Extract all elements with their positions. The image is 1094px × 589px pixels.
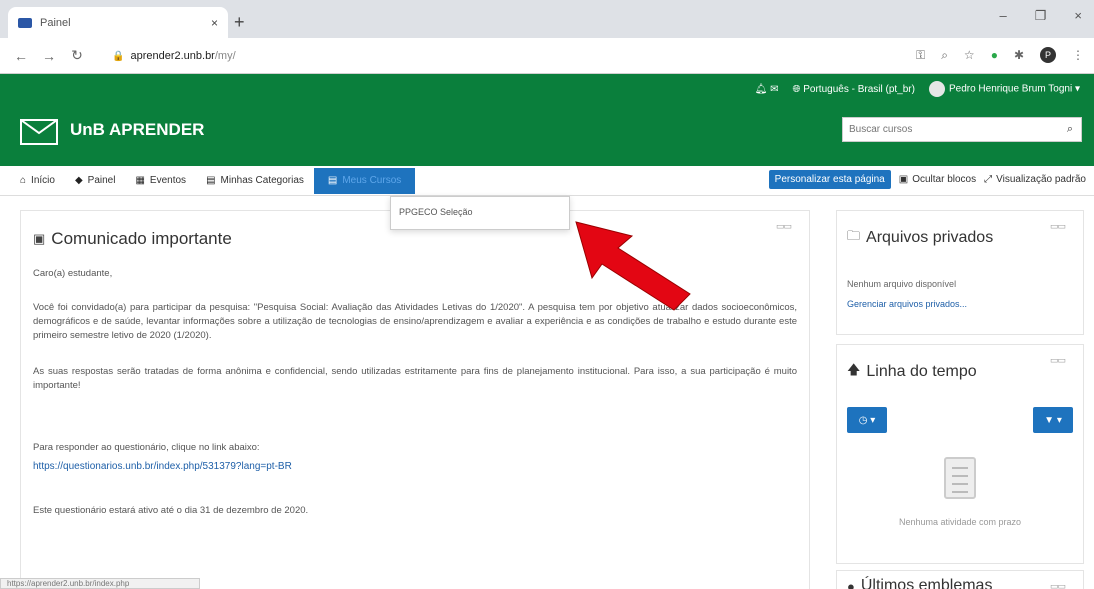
badge-icon: ● xyxy=(847,578,855,589)
nav-label: Início xyxy=(31,175,55,186)
collapse-icon[interactable]: ▭▭ xyxy=(1050,221,1066,232)
home-icon: ⌂ xyxy=(20,175,27,186)
search-icon[interactable]: ⌕ xyxy=(1059,123,1081,136)
hide-blocks-button[interactable]: ▣ Ocultar blocos xyxy=(899,174,976,185)
empty-list-icon xyxy=(944,457,976,499)
close-tab-icon[interactable]: × xyxy=(211,16,218,30)
reload-icon[interactable]: ↻ xyxy=(70,47,84,64)
language-menu[interactable]: 🌐︎ Português - Brasil (pt_br) xyxy=(792,84,915,95)
clock-icon: ◷ xyxy=(858,414,868,426)
url-host: aprender2.unb.br xyxy=(130,50,215,62)
restore-button[interactable]: ❐ xyxy=(1035,8,1047,24)
filter-icon: ▼ xyxy=(1044,414,1055,426)
profile-avatar[interactable]: P xyxy=(1040,47,1056,63)
block-title: ● Últimos emblemas xyxy=(847,577,1073,589)
course-search: ⌕ xyxy=(842,117,1082,142)
main-nav: ⌂ Início ◆ Painel ▦ Eventos ▤ Minhas Cat… xyxy=(0,166,1094,196)
favicon-icon xyxy=(18,17,32,28)
forward-icon[interactable]: → xyxy=(42,48,56,64)
default-view-button[interactable]: ⤢ Visualização padrão xyxy=(984,174,1086,185)
calendar-icon: ▦ xyxy=(135,175,145,186)
nav-label: Painel xyxy=(87,175,116,186)
expand-icon: ⤢ xyxy=(984,174,993,185)
language-label: Português - Brasil (pt_br) xyxy=(803,83,915,95)
nav-label: Eventos xyxy=(149,175,187,186)
sort-filter-button[interactable]: ▼ ▾ xyxy=(1033,407,1073,433)
window-controls: – ❐ × xyxy=(1000,8,1082,24)
tab-title: Painel xyxy=(40,16,71,29)
collapse-icon[interactable]: ▭▭ xyxy=(776,221,792,232)
panel-title-text: Comunicado importante xyxy=(51,229,232,248)
timeline-block: ▭▭ 🡅 Linha do tempo ◷ ▾ ▼ ▾ Nenhuma ativ… xyxy=(836,344,1084,564)
announcement-icon: ▣ xyxy=(33,231,46,246)
timeline-title: Linha do tempo xyxy=(866,363,977,380)
courses-icon: ▤ xyxy=(327,175,338,186)
notifications-icon[interactable]: 🔔︎ ✉︎ xyxy=(755,84,779,95)
customize-page-button[interactable]: Personalizar esta página xyxy=(768,170,891,189)
address-bar: ← → ↻ 🔒 aprender2.unb.br/my/ ⚿ ⌕ ☆ ● ✱ P… xyxy=(0,38,1094,74)
dashboard-icon: ◆ xyxy=(74,175,83,186)
default-view-label: Visualização padrão xyxy=(996,174,1086,185)
hide-blocks-label: Ocultar blocos xyxy=(912,174,977,185)
brand-name[interactable]: UnB APRENDER xyxy=(70,120,204,140)
survey-link[interactable]: https://questionarios.unb.br/index.php/5… xyxy=(33,461,797,472)
search-input[interactable] xyxy=(843,124,1059,135)
no-files-text: Nenhum arquivo disponível xyxy=(847,279,957,289)
puzzle-icon[interactable]: ✱ xyxy=(1014,48,1024,62)
nav-item-inicio[interactable]: ⌂ Início xyxy=(10,166,65,196)
paragraph-confidential: As suas respostas serão tratadas de form… xyxy=(33,366,797,391)
time-filter-button[interactable]: ◷ ▾ xyxy=(847,407,887,433)
nav-label: Meus Cursos xyxy=(342,175,402,186)
minimize-button[interactable]: – xyxy=(1000,8,1007,24)
courses-dropdown: PPGECO Seleção xyxy=(390,196,570,230)
new-tab-button[interactable]: + xyxy=(234,12,245,33)
nav-item-painel[interactable]: ◆ Painel xyxy=(65,166,126,196)
nav-item-meus-cursos[interactable]: ▤ Meus Cursos xyxy=(313,167,416,194)
no-activity-text: Nenhuma atividade com prazo xyxy=(898,517,1022,527)
dropdown-item-ppgeco[interactable]: PPGECO Seleção xyxy=(399,207,473,217)
star-icon[interactable]: ☆ xyxy=(964,48,975,62)
nav-item-eventos[interactable]: ▦ Eventos xyxy=(125,166,196,196)
zoom-icon[interactable]: ⌕ xyxy=(941,48,948,63)
url-field[interactable]: 🔒 aprender2.unb.br/my/ xyxy=(112,44,842,68)
private-files-block: ▭▭ 🗀 Arquivos privados Nenhum arquivo di… xyxy=(836,210,1084,335)
browser-tab[interactable]: Painel × xyxy=(8,7,228,38)
timeline-filters: ◷ ▾ ▼ ▾ xyxy=(847,407,1073,433)
badges-block: ▭▭ ● Últimos emblemas xyxy=(836,570,1084,589)
badges-title: Últimos emblemas xyxy=(860,577,993,589)
red-arrow-annotation xyxy=(575,221,691,311)
manage-files-link[interactable]: Gerenciar arquivos privados... xyxy=(847,299,1073,309)
user-name: Pedro Henrique Brum Togni xyxy=(948,83,1073,95)
extension-icon[interactable]: ● xyxy=(991,48,998,62)
files-title: Arquivos privados xyxy=(866,229,994,246)
folder-icon: 🗀 xyxy=(847,228,861,243)
collapse-icon[interactable]: ▭▭ xyxy=(1050,355,1066,366)
nav-right-actions: Personalizar esta página ▣ Ocultar blocos… xyxy=(768,170,1086,189)
browser-tab-bar: Painel × + – ❐ × xyxy=(0,0,1094,38)
user-strip: 🔔︎ ✉︎ 🌐︎ Português - Brasil (pt_br) Pedr… xyxy=(0,74,1094,104)
nav-label: Minhas Categorias xyxy=(220,175,304,186)
lock-icon: 🔒 xyxy=(112,50,125,62)
user-avatar xyxy=(928,81,945,97)
browser-extensions: ⚿ ⌕ ☆ ● ✱ P ⋮ xyxy=(916,47,1084,63)
paragraph-instructions: Para responder ao questionário, clique n… xyxy=(33,442,260,453)
block-title: 🗀 Arquivos privados xyxy=(847,227,1073,249)
nav-item-minhas-categorias[interactable]: ▤ Minhas Categorias xyxy=(196,166,314,196)
key-icon[interactable]: ⚿ xyxy=(916,48,925,63)
unb-logo-icon xyxy=(20,119,58,145)
arrow-up-icon: 🡅 xyxy=(847,362,861,377)
menu-icon[interactable]: ⋮ xyxy=(1072,48,1084,62)
url-path: /my/ xyxy=(214,50,236,62)
block-title: 🡅 Linha do tempo xyxy=(847,361,1073,383)
blocks-icon: ▣ xyxy=(898,174,909,185)
browser-status-bar: https://aprender2.unb.br/index.php xyxy=(0,578,200,589)
categories-icon: ▤ xyxy=(206,175,216,186)
paragraph-deadline: Este questionário estará ativo até o dia… xyxy=(33,505,309,516)
back-icon[interactable]: ← xyxy=(14,48,28,64)
collapse-icon[interactable]: ▭▭ xyxy=(1050,581,1066,589)
close-window-button[interactable]: × xyxy=(1074,8,1082,24)
user-menu[interactable]: Pedro Henrique Brum Togni ▾ xyxy=(928,81,1080,97)
